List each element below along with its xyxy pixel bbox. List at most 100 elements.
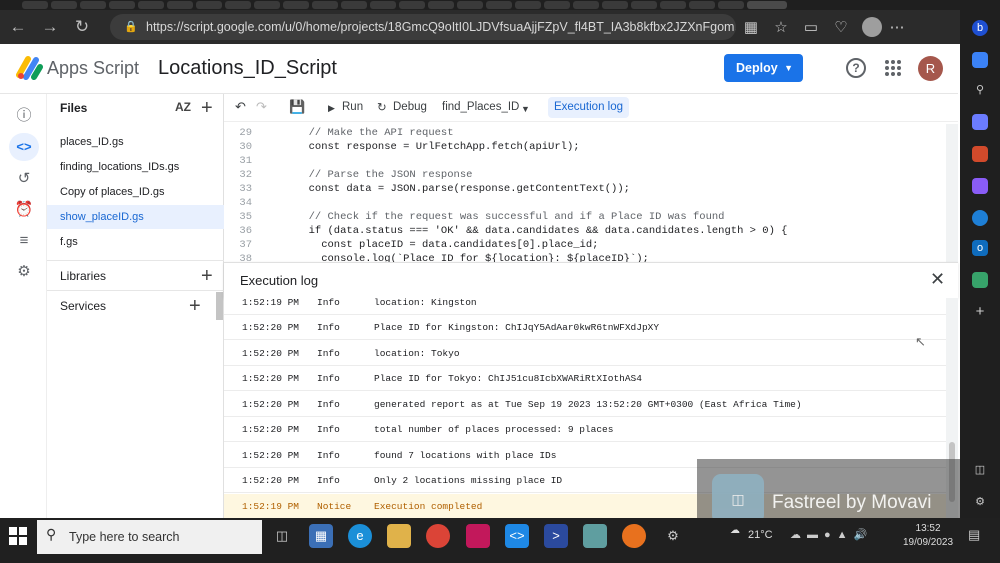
chevron-down-icon[interactable]: ▼ [521, 104, 530, 114]
file-item[interactable]: Copy of places_ID.gs [47, 180, 224, 204]
triggers-alarm-icon[interactable]: ⏰ [14, 200, 34, 220]
browser-tab[interactable] [399, 1, 425, 9]
browser-menu-icon[interactable]: ⋯ [882, 18, 912, 36]
browser-tab[interactable] [254, 1, 280, 9]
store-icon[interactable]: ▦ [309, 524, 333, 548]
chrome-icon[interactable] [426, 524, 450, 548]
code-editor[interactable]: 29 // Make the API request 30 const resp… [224, 124, 946, 262]
back-arrow-icon[interactable]: ← [4, 13, 32, 41]
browser-tab[interactable] [109, 1, 135, 9]
avatar[interactable]: R [918, 56, 943, 81]
task-view-icon[interactable]: ◫ [270, 524, 294, 548]
save-icon[interactable]: 💾 [289, 99, 305, 115]
browser-tab[interactable] [457, 1, 483, 9]
notifications-icon[interactable]: ▤ [968, 527, 980, 543]
function-select[interactable]: find_Places_ID [442, 101, 519, 113]
browser-tab[interactable] [631, 1, 657, 9]
browser-tab[interactable] [341, 1, 367, 9]
browser-tab[interactable] [22, 1, 48, 9]
outlook-icon[interactable]: o [972, 240, 988, 256]
browser-tab[interactable] [573, 1, 599, 9]
debug-icon[interactable]: ↻ [377, 100, 387, 114]
app-icon[interactable] [583, 524, 607, 548]
close-icon[interactable]: ✕ [930, 269, 945, 290]
collections-icon[interactable]: ▭ [796, 18, 826, 36]
sort-az-icon[interactable]: AZ [175, 100, 191, 114]
settings-gear-icon[interactable]: ⚙ [14, 262, 34, 282]
temperature[interactable]: 21°C [748, 529, 773, 541]
code-editor-icon[interactable]: <> [9, 133, 39, 161]
edge-browser-icon[interactable]: e [348, 524, 372, 548]
browser-tab[interactable] [718, 1, 744, 9]
undo-icon[interactable]: ↶ [235, 99, 246, 115]
brand-name[interactable]: Apps Script [47, 58, 139, 79]
windows-start-icon[interactable] [9, 527, 27, 545]
powershell-icon[interactable]: > [544, 524, 568, 548]
app-icon[interactable] [466, 524, 490, 548]
forward-arrow-icon[interactable]: → [36, 13, 64, 41]
sidebar-app-icon[interactable] [972, 272, 988, 288]
add-file-icon[interactable]: + [201, 98, 213, 118]
execution-log-button[interactable]: Execution log [548, 97, 629, 118]
vscode-icon[interactable]: <> [505, 524, 529, 548]
sidebar-app-icon[interactable] [972, 210, 988, 226]
debug-button[interactable]: Debug [393, 101, 427, 113]
firefox-icon[interactable] [622, 524, 646, 548]
browser-tab[interactable] [370, 1, 396, 9]
sidebar-app-icon[interactable] [972, 52, 988, 68]
browser-tab[interactable] [51, 1, 77, 9]
browser-tab[interactable] [544, 1, 570, 9]
sidebar-app-icon[interactable] [972, 146, 988, 162]
libraries-section[interactable]: Libraries [47, 260, 224, 290]
url-input[interactable]: 🔒 https://script.google.com/u/0/home/proj… [110, 14, 736, 40]
browser-profile-icon[interactable] [862, 17, 882, 37]
refresh-icon[interactable]: ↻ [68, 13, 96, 41]
files-panel-scrollbar[interactable] [216, 292, 223, 320]
add-library-icon[interactable]: + [201, 266, 213, 286]
sidebar-app-icon[interactable] [972, 178, 988, 194]
browser-tab[interactable] [167, 1, 193, 9]
search-icon[interactable]: ⚲ [972, 82, 988, 98]
browser-tab-active[interactable] [747, 1, 787, 9]
browser-tab[interactable] [138, 1, 164, 9]
browser-tab[interactable] [689, 1, 715, 9]
file-item-selected[interactable]: show_placeID.gs [47, 205, 224, 229]
browser-tab[interactable] [660, 1, 686, 9]
browser-tab[interactable] [283, 1, 309, 9]
run-icon[interactable]: ▶ [328, 103, 335, 114]
project-title[interactable]: Locations_ID_Script [158, 57, 337, 80]
browser-tab[interactable] [486, 1, 512, 9]
file-explorer-icon[interactable] [387, 524, 411, 548]
browser-tab[interactable] [428, 1, 454, 9]
taskbar-search-input[interactable]: Type here to search [37, 520, 262, 554]
extension-icon[interactable]: ▦ [736, 18, 766, 36]
file-item[interactable]: finding_locations_IDs.gs [47, 155, 224, 179]
sidebar-layout-icon[interactable]: ◫ [972, 462, 988, 478]
redo-icon[interactable]: ↷ [256, 99, 267, 115]
run-button[interactable]: Run [342, 101, 363, 113]
code-scrollbar[interactable] [946, 124, 958, 262]
bing-icon[interactable]: b [972, 20, 988, 36]
add-service-icon[interactable]: + [189, 296, 201, 316]
browser-essentials-icon[interactable]: ♡ [826, 18, 856, 36]
apps-grid-icon[interactable] [885, 60, 901, 76]
favorites-star-icon[interactable]: ☆ [766, 18, 796, 36]
add-icon[interactable]: + [972, 304, 988, 320]
browser-tab[interactable] [196, 1, 222, 9]
file-item[interactable]: f.gs [47, 230, 224, 254]
browser-tab[interactable] [602, 1, 628, 9]
browser-tab[interactable] [312, 1, 338, 9]
settings-icon[interactable]: ⚙ [972, 494, 988, 510]
history-icon[interactable]: ↺ [14, 169, 34, 189]
browser-tab-strip[interactable] [0, 0, 960, 10]
system-clock[interactable]: 13:52 19/09/2023 [903, 522, 953, 550]
browser-tab[interactable] [515, 1, 541, 9]
browser-tab[interactable] [80, 1, 106, 9]
weather-icon[interactable]: ☁ [730, 525, 740, 536]
info-icon[interactable]: ⓘ [14, 106, 34, 126]
system-tray-icons[interactable]: ☁▬●▲🔊 [790, 528, 873, 541]
sidebar-app-icon[interactable] [972, 114, 988, 130]
file-item[interactable]: places_ID.gs [47, 130, 224, 154]
app-icon[interactable]: ⚙ [661, 524, 685, 548]
executions-list-icon[interactable]: ≡ [14, 231, 34, 251]
